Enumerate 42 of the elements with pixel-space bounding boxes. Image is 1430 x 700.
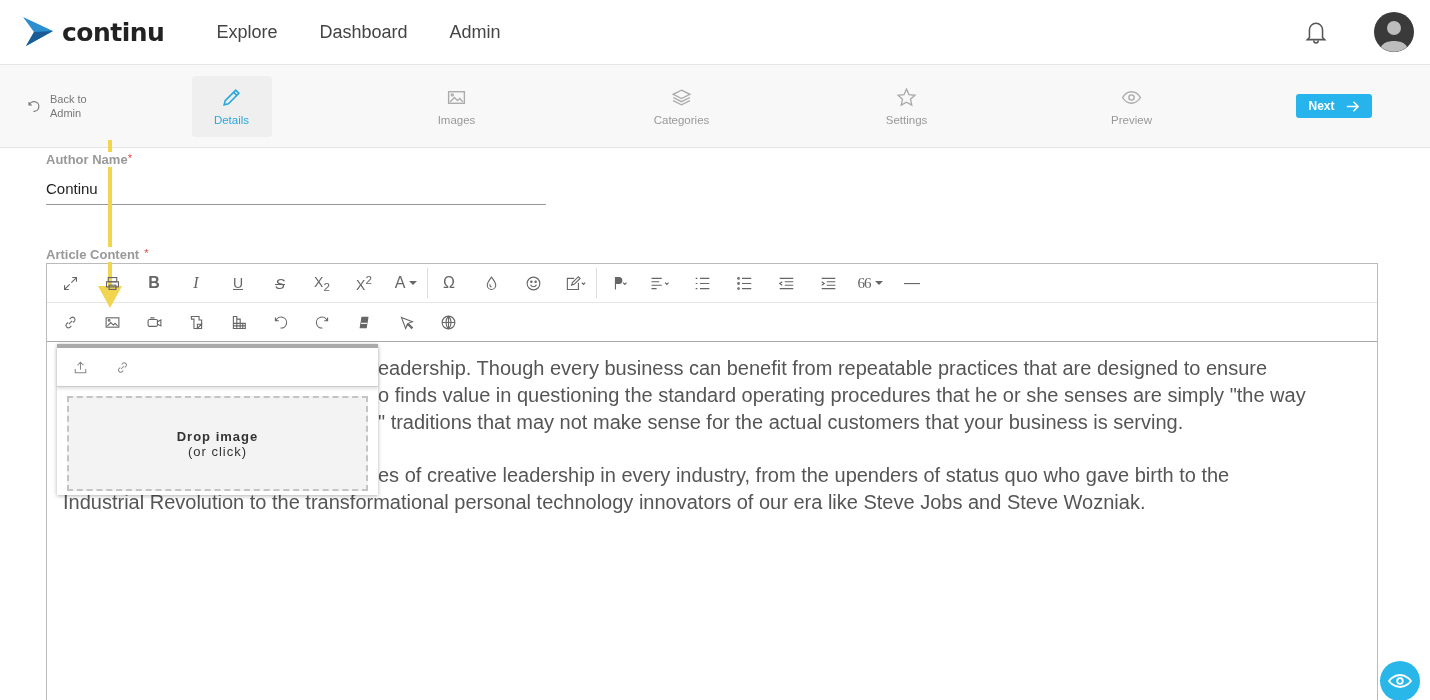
nav-link[interactable]: Dashboard [319, 21, 408, 43]
redo-icon [313, 313, 331, 331]
emoji-icon [524, 274, 542, 292]
script-button[interactable]: X$^{2}$ [343, 268, 385, 298]
undo-icon [26, 98, 41, 114]
script-button[interactable]: X$_{2}$ [301, 268, 343, 298]
nav-link[interactable]: Explore [216, 21, 278, 43]
fullscreen-icon [61, 274, 79, 292]
text-line: eadership. Though every business can benefit from repeatable practices that are designed to ensure [378, 356, 1268, 381]
text-line: es of creative leadership in every industry, from the upenders of status quo who gave birth to the [378, 463, 1230, 488]
nav-link[interactable]: Admin [449, 21, 501, 43]
required-mark: * [144, 247, 149, 259]
symbol-button[interactable]: — [891, 268, 933, 298]
quote-button[interactable]: 66 [849, 268, 891, 298]
required-mark: * [127, 152, 132, 164]
upload-icon [72, 359, 88, 375]
edit-icon [564, 274, 586, 292]
text-line: Industrial Revolution to the transformational personal technology innovators of our era like Steve Jobs and Steve Wozniak. [63, 490, 1146, 515]
strikethrough-button[interactable]: S [259, 268, 301, 298]
font-color-button[interactable]: A [385, 268, 427, 298]
underline-button[interactable]: U [217, 268, 259, 298]
logo-icon [22, 16, 54, 48]
field-label: Article Content [46, 247, 140, 262]
bold-button[interactable]: B [133, 268, 175, 298]
layers-icon [671, 86, 692, 108]
select-icon [397, 313, 415, 331]
avatar-icon[interactable] [1374, 12, 1414, 52]
print-icon [103, 274, 121, 292]
field-label: Author Name [46, 152, 128, 167]
symbol-button[interactable]: Ω [428, 268, 470, 298]
text-line: " traditions that may not make sense for the actual customers that your business is serving. [378, 410, 1184, 435]
star-icon [896, 86, 917, 108]
drop-zone[interactable]: Drop image (or click) [67, 396, 368, 491]
italic-button[interactable]: I [175, 268, 217, 298]
bell-icon[interactable] [1305, 20, 1327, 44]
text-line: o finds value in questioning the standard operating procedures that he or she senses are simply "the way [378, 383, 1306, 408]
back-link[interactable]: Back to Admin [0, 92, 119, 120]
globe-icon [439, 313, 457, 331]
author-input[interactable]: Continu [46, 180, 546, 197]
pencil-icon [221, 86, 242, 108]
bullet-list-icon [735, 274, 753, 292]
logo-text[interactable]: continu [62, 17, 165, 47]
